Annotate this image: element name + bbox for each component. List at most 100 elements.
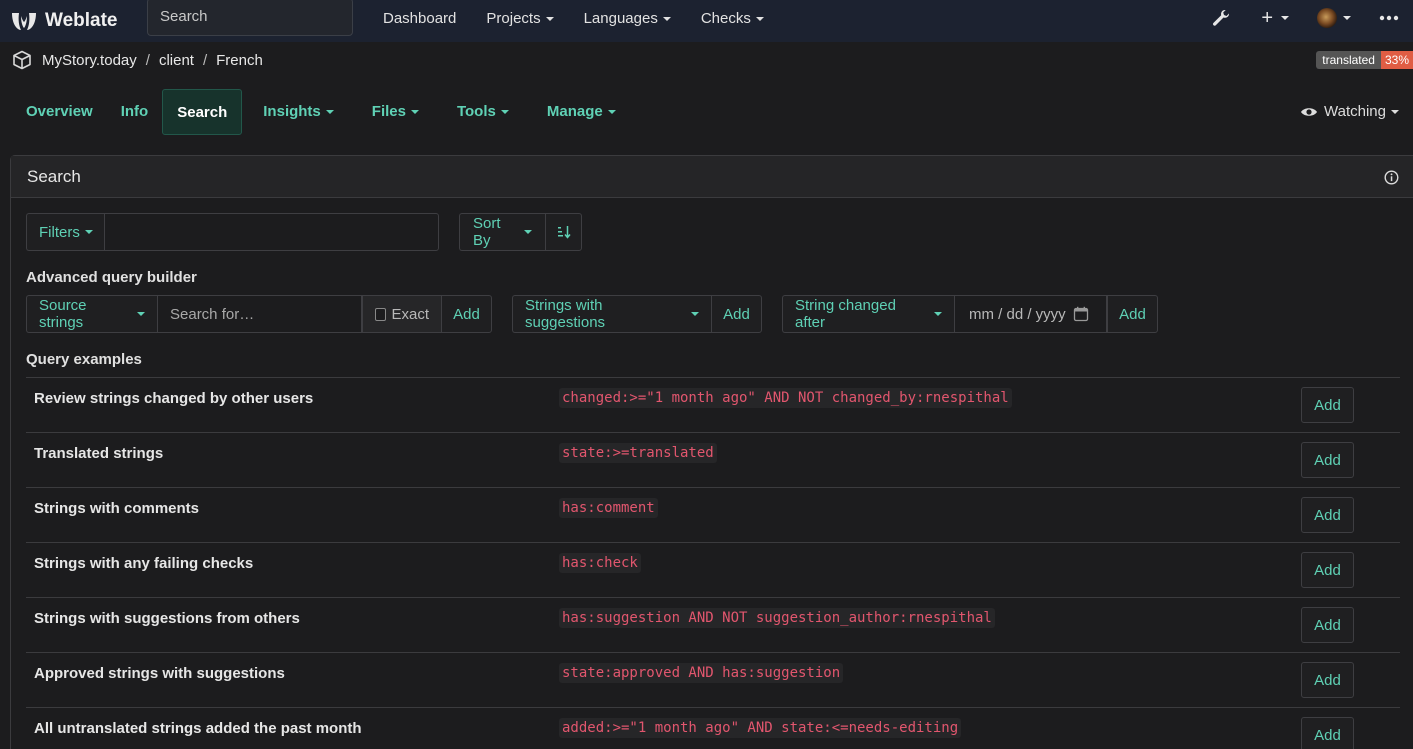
tab-label: Manage — [546, 103, 603, 120]
wrench-icon — [1213, 10, 1230, 26]
example-add-button[interactable]: Add — [1301, 442, 1354, 478]
table-row: Strings with comments has:comment Add — [26, 487, 1400, 542]
date-input[interactable]: mm / dd / yyyy — [954, 295, 1107, 333]
exact-checkbox-group[interactable]: Exact — [362, 295, 441, 333]
table-row: Review strings changed by other users ch… — [26, 377, 1400, 432]
suggestions-dropdown[interactable]: Strings with suggestions — [512, 295, 711, 333]
tab-overview[interactable]: Overview — [12, 89, 107, 135]
example-query: has:comment — [559, 498, 658, 518]
breadcrumb-separator: / — [145, 51, 150, 69]
tab-tools[interactable]: Tools — [443, 89, 523, 135]
tab-insights[interactable]: Insights — [249, 89, 348, 135]
nav-languages[interactable]: Languages — [569, 10, 686, 27]
chevron-down-icon — [325, 110, 334, 115]
example-add-button[interactable]: Add — [1301, 662, 1354, 698]
plus-icon: + — [1261, 7, 1273, 29]
sort-by-dropdown[interactable]: Sort By — [459, 213, 545, 251]
chevron-down-icon — [545, 16, 554, 21]
breadcrumb-language[interactable]: French — [216, 52, 263, 69]
translated-badge[interactable]: translated 33% — [1316, 51, 1413, 69]
changed-after-label: String changed after — [795, 297, 896, 331]
panel-title: Search — [27, 166, 81, 186]
search-for-input[interactable]: Search for… — [157, 295, 362, 333]
chevron-down-icon — [755, 16, 764, 21]
example-title: Translated strings — [34, 445, 164, 462]
calendar-icon[interactable] — [1073, 306, 1089, 322]
nav-projects[interactable]: Projects — [471, 10, 568, 27]
badge-value: 33% — [1380, 51, 1413, 69]
tab-label: Overview — [26, 103, 93, 120]
filters-dropdown[interactable]: Filters — [26, 213, 104, 251]
brand-name: Weblate — [45, 10, 118, 31]
brand-link[interactable]: Weblate — [10, 10, 147, 32]
breadcrumb-separator: / — [202, 51, 208, 69]
source-strings-add-button[interactable]: Add — [441, 295, 492, 333]
avatar — [1317, 8, 1337, 28]
user-menu-button[interactable] — [1317, 8, 1351, 28]
nav-projects-label: Projects — [486, 9, 541, 27]
changed-after-add-button[interactable]: Add — [1107, 295, 1158, 333]
nav-checks[interactable]: Checks — [686, 10, 779, 27]
add-label: Add — [1119, 305, 1146, 323]
example-add-button[interactable]: Add — [1301, 552, 1354, 588]
example-add-button[interactable]: Add — [1301, 497, 1354, 533]
example-query: has:check — [559, 553, 641, 573]
exact-checkbox[interactable] — [375, 307, 387, 321]
watching-label: Watching — [1324, 103, 1386, 120]
example-add-button[interactable]: Add — [1301, 717, 1354, 749]
exact-label: Exact — [391, 305, 429, 323]
query-examples-heading: Query examples — [26, 351, 142, 368]
chevron-down-icon — [662, 16, 671, 21]
query-input[interactable] — [104, 213, 439, 251]
example-title: Approved strings with suggestions — [34, 665, 285, 682]
advanced-query-builder-heading: Advanced query builder — [26, 269, 197, 286]
query-examples-table: Review strings changed by other users ch… — [26, 377, 1400, 749]
table-row: Approved strings with suggestions state:… — [26, 652, 1400, 707]
example-title: Strings with comments — [34, 500, 200, 517]
tab-label: Insights — [263, 103, 321, 120]
add-label: Add — [453, 305, 480, 323]
suggestions-label: Strings with suggestions — [525, 297, 606, 331]
nav-dashboard[interactable]: Dashboard — [368, 10, 471, 27]
source-strings-dropdown[interactable]: Source strings — [26, 295, 157, 333]
tab-info[interactable]: Info — [107, 89, 163, 135]
tab-search[interactable]: Search — [162, 89, 243, 135]
wrench-button[interactable] — [1211, 8, 1231, 28]
info-icon[interactable] — [1384, 170, 1399, 185]
suggestions-group: Strings with suggestions Add — [512, 295, 762, 333]
add-label: Add — [723, 305, 750, 323]
watching-dropdown[interactable]: Watching — [1300, 103, 1399, 120]
global-search-input[interactable]: Search — [147, 0, 353, 36]
example-add-button[interactable]: Add — [1301, 607, 1354, 643]
chevron-down-icon — [137, 312, 145, 316]
more-menu-button[interactable] — [1379, 15, 1399, 21]
chevron-down-icon — [84, 230, 93, 234]
filters-label: Filters — [39, 223, 80, 241]
chevron-down-icon — [1343, 16, 1351, 20]
changed-after-dropdown[interactable]: String changed after — [782, 295, 954, 333]
tab-manage[interactable]: Manage — [533, 89, 630, 135]
chevron-down-icon — [1391, 109, 1399, 114]
tab-label: Files — [371, 103, 406, 120]
sort-by-label: Sort By — [473, 215, 501, 249]
example-query: changed:>="1 month ago" AND NOT changed_… — [559, 388, 1012, 408]
chevron-down-icon — [607, 110, 616, 115]
example-query: added:>="1 month ago" AND state:<=needs-… — [559, 718, 962, 738]
breadcrumb-project[interactable]: MyStory.today — [42, 52, 137, 69]
breadcrumb-component[interactable]: client — [159, 52, 194, 69]
table-row: Strings with suggestions from others has… — [26, 597, 1400, 652]
suggestions-add-button[interactable]: Add — [711, 295, 762, 333]
tab-files[interactable]: Files — [358, 89, 433, 135]
nav-languages-label: Languages — [583, 9, 658, 27]
example-title: Strings with any failing checks — [34, 555, 254, 572]
sort-direction-button[interactable] — [545, 213, 582, 251]
project-cube-icon — [13, 50, 31, 70]
chevron-down-icon — [500, 110, 509, 115]
weblate-logo-icon — [12, 13, 36, 30]
add-menu-button[interactable]: + — [1261, 8, 1289, 28]
table-row: Translated strings state:>=translated Ad… — [26, 432, 1400, 487]
more-dots-icon — [1379, 15, 1399, 21]
changed-after-group: String changed after mm / dd / yyyy Add — [782, 295, 1158, 333]
chevron-down-icon — [934, 312, 942, 316]
example-add-button[interactable]: Add — [1301, 387, 1354, 423]
